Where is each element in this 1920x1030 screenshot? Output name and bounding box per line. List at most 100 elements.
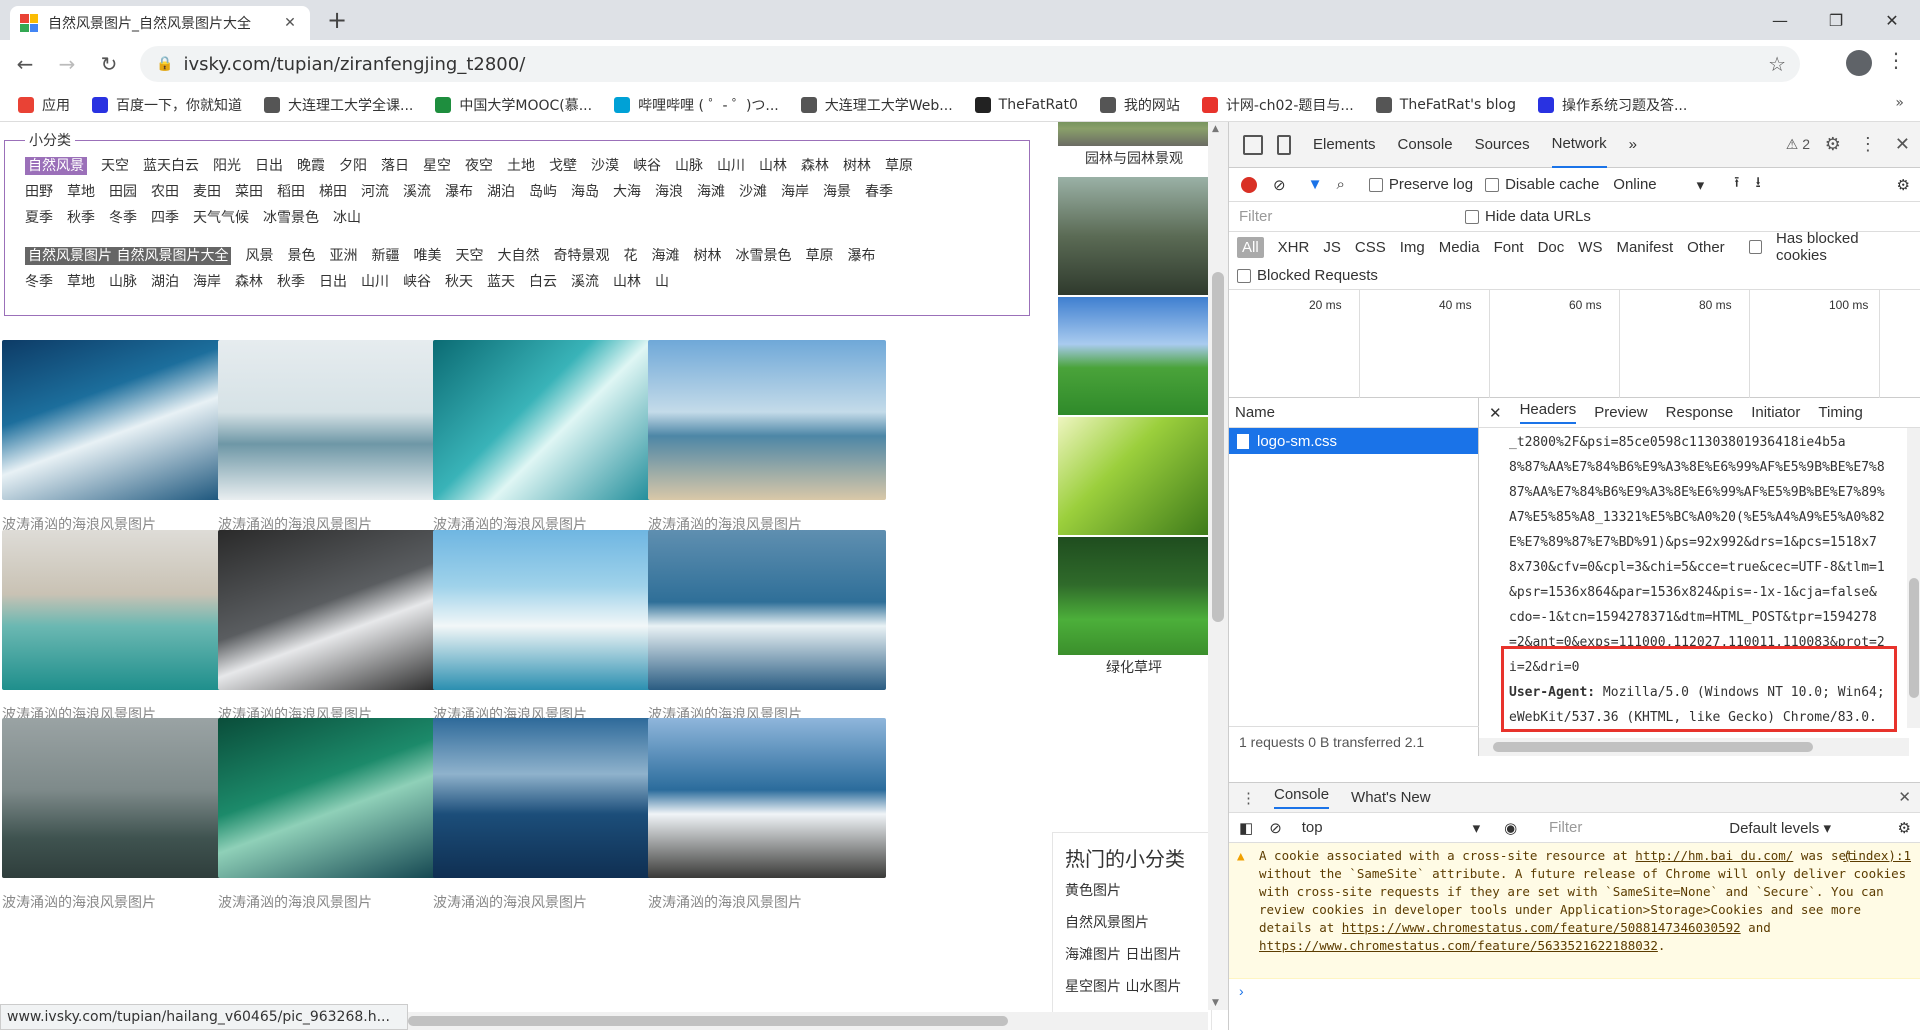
category-link[interactable]: 蓝天白云 bbox=[143, 158, 199, 174]
category-link[interactable]: 稻田 bbox=[277, 184, 305, 200]
tab-initiator[interactable]: Initiator bbox=[1751, 404, 1800, 421]
category-link[interactable]: 树林 bbox=[693, 248, 721, 264]
category-link[interactable]: 山脉 bbox=[675, 158, 703, 174]
console-prompt[interactable]: › bbox=[1229, 979, 1920, 1003]
bookmark-star-icon[interactable]: ☆ bbox=[1768, 52, 1786, 76]
gallery-item[interactable]: 波涛涌汹的海浪风景图片 bbox=[433, 718, 673, 928]
blocked-requests-checkbox[interactable] bbox=[1237, 268, 1251, 283]
gallery-item[interactable]: 波涛涌汹的海浪风景图片 bbox=[433, 530, 673, 740]
address-bar[interactable]: 🔒 ivsky.com/tupian/ziranfengjing_t2800/ … bbox=[140, 46, 1800, 82]
bookmark-item[interactable]: 大连理工大学全课... bbox=[264, 95, 413, 115]
type-filter-other[interactable]: Other bbox=[1687, 239, 1725, 256]
warning-link-hm[interactable]: http://hm.bai du.com/ bbox=[1635, 848, 1793, 863]
category-link[interactable]: 山 bbox=[655, 274, 669, 290]
category-link[interactable]: 河流 bbox=[361, 184, 389, 200]
bookmark-item[interactable]: 哔哩哔哩 ( ゜- ゜)つ... bbox=[614, 95, 779, 115]
category-link[interactable]: 草地 bbox=[67, 184, 95, 200]
detail-close-icon[interactable]: ✕ bbox=[1489, 404, 1502, 422]
category-link[interactable]: 冰山 bbox=[333, 210, 361, 226]
page-scrollbar[interactable]: ▲ ▼ bbox=[1208, 122, 1228, 1010]
category-link[interactable]: 冰雪景色 bbox=[263, 210, 319, 226]
category-link[interactable]: 冬季 bbox=[109, 210, 137, 226]
record-icon[interactable] bbox=[1241, 176, 1257, 193]
tab-timing[interactable]: Timing bbox=[1818, 404, 1862, 421]
category-link[interactable]: 蓝天 bbox=[487, 274, 515, 290]
reload-button[interactable]: ↻ bbox=[92, 47, 126, 81]
network-settings-icon[interactable]: ⚙ bbox=[1897, 176, 1910, 194]
gallery-image[interactable] bbox=[2, 340, 240, 500]
disable-cache-checkbox[interactable] bbox=[1485, 177, 1500, 192]
gallery-image[interactable] bbox=[648, 530, 886, 690]
category-link[interactable]: 亚洲 bbox=[329, 248, 357, 264]
new-tab-button[interactable]: + bbox=[322, 6, 352, 34]
has-blocked-cookies-checkbox[interactable] bbox=[1748, 240, 1763, 254]
category-link[interactable]: 天空 bbox=[455, 248, 483, 264]
hot-item[interactable]: 星空图片 山水图片 bbox=[1065, 976, 1199, 996]
details-hscrollbar[interactable] bbox=[1479, 738, 1909, 756]
category-link[interactable]: 土地 bbox=[507, 158, 535, 174]
category-link[interactable]: 秋季 bbox=[277, 274, 305, 290]
bookmark-item[interactable]: TheFatRat's blog bbox=[1375, 96, 1516, 113]
details-scrollbar[interactable] bbox=[1907, 428, 1920, 728]
export-icon[interactable]: ⭳ bbox=[1755, 172, 1760, 197]
gallery-image[interactable] bbox=[648, 718, 886, 878]
gallery-item[interactable]: 波涛涌汹的海浪风景图片 bbox=[218, 718, 458, 928]
tab-elements[interactable]: Elements bbox=[1313, 122, 1376, 168]
gallery-image[interactable] bbox=[433, 718, 671, 878]
gallery-item[interactable]: 波涛涌汹的海浪风景图片 bbox=[218, 340, 458, 550]
related-thumb-image[interactable] bbox=[1058, 537, 1210, 655]
console-settings-icon[interactable]: ⚙ bbox=[1898, 819, 1911, 837]
hot-item[interactable]: 黄色图片 bbox=[1065, 880, 1199, 900]
console-clear-icon[interactable]: ⊘ bbox=[1269, 819, 1282, 837]
gallery-item[interactable]: 波涛涌汹的海浪风景图片 bbox=[433, 340, 673, 550]
bookmark-item[interactable]: 大连理工大学Web... bbox=[800, 95, 953, 115]
category-link[interactable]: 草地 bbox=[67, 274, 95, 290]
category-link[interactable]: 风景 bbox=[245, 248, 273, 264]
category-link[interactable]: 梯田 bbox=[319, 184, 347, 200]
minimize-button[interactable]: — bbox=[1752, 0, 1808, 40]
clear-icon[interactable]: ⊘ bbox=[1273, 176, 1286, 194]
bookmark-item[interactable]: TheFatRat0 bbox=[974, 96, 1078, 113]
category-link[interactable]: 海岸 bbox=[193, 274, 221, 290]
category-link[interactable]: 瀑布 bbox=[847, 248, 875, 264]
type-filter-all[interactable]: All bbox=[1237, 236, 1264, 258]
category-link[interactable]: 草原 bbox=[805, 248, 833, 264]
category-link[interactable]: 大海 bbox=[613, 184, 641, 200]
related-thumb[interactable]: 绿化草坪 bbox=[1058, 537, 1210, 677]
drawer-tab-console[interactable]: Console bbox=[1274, 786, 1330, 809]
category-link[interactable]: 海岸 bbox=[781, 184, 809, 200]
category-link[interactable]: 海岛 bbox=[571, 184, 599, 200]
type-filter-media[interactable]: Media bbox=[1439, 239, 1480, 256]
category-link[interactable]: 花 bbox=[623, 248, 637, 264]
more-tabs-icon[interactable]: » bbox=[1629, 122, 1637, 168]
details-hscroll-thumb[interactable] bbox=[1493, 742, 1813, 752]
category-link[interactable]: 落日 bbox=[381, 158, 409, 174]
category-link[interactable]: 山林 bbox=[759, 158, 787, 174]
category-link[interactable]: 天空 bbox=[101, 158, 129, 174]
import-icon[interactable]: ⭱ bbox=[1734, 172, 1739, 197]
drawer-close-icon[interactable]: ✕ bbox=[1898, 788, 1911, 806]
category-link[interactable]: 森林 bbox=[235, 274, 263, 290]
bookmark-item[interactable]: 中国大学MOOC(慕... bbox=[435, 95, 592, 115]
tab-close-icon[interactable]: ✕ bbox=[280, 15, 300, 31]
gallery-image[interactable] bbox=[218, 530, 456, 690]
browser-tab[interactable]: 自然风景图片_自然风景图片大全 ✕ bbox=[10, 6, 310, 40]
bookmark-item[interactable]: 我的网站 bbox=[1099, 95, 1180, 115]
category-link[interactable]: 峡谷 bbox=[403, 274, 431, 290]
hscroll-thumb[interactable] bbox=[408, 1016, 1008, 1026]
tab-sources[interactable]: Sources bbox=[1475, 122, 1530, 168]
gallery-image[interactable] bbox=[2, 718, 240, 878]
category-link[interactable]: 菜田 bbox=[235, 184, 263, 200]
related-thumb-image[interactable] bbox=[1058, 122, 1210, 146]
category-link[interactable]: 自然风景 bbox=[25, 157, 87, 175]
category-link[interactable]: 山川 bbox=[361, 274, 389, 290]
warning-link-1[interactable]: https://www.chromestatus.com/feature/508… bbox=[1342, 920, 1741, 935]
category-link[interactable]: 夏季 bbox=[25, 210, 53, 226]
category-link[interactable]: 海滩 bbox=[697, 184, 725, 200]
category-link[interactable]: 新疆 bbox=[371, 248, 399, 264]
preserve-log-checkbox[interactable] bbox=[1368, 177, 1383, 192]
gallery-item[interactable]: 波涛涌汹的海浪风景图片 bbox=[2, 718, 242, 928]
gallery-caption[interactable]: 波涛涌汹的海浪风景图片 bbox=[2, 892, 242, 912]
category-link[interactable]: 湖泊 bbox=[151, 274, 179, 290]
category-link[interactable]: 田野 bbox=[25, 184, 53, 200]
